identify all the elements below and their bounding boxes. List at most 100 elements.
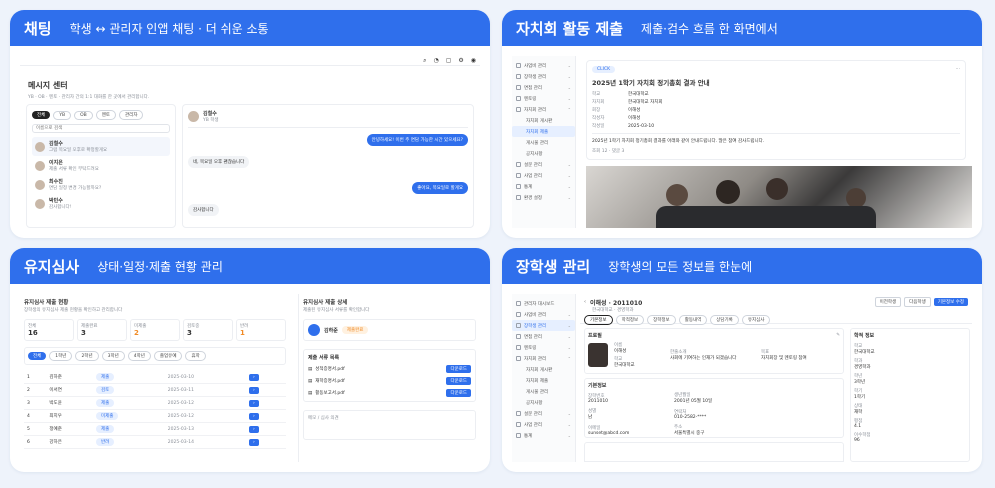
cell-name: 박도윤 (46, 396, 93, 410)
memo-box[interactable]: 메모 / 심사 의견 (303, 410, 476, 440)
sidebar-subitem[interactable]: 자치회 게시판 (512, 115, 575, 126)
cell-name: 김하준 (46, 371, 93, 384)
download-button[interactable]: 다운로드 (446, 377, 471, 385)
contact-msg: 제출 서류 확인 부탁드려요 (49, 167, 99, 172)
bell-icon[interactable]: ◔ (433, 57, 438, 64)
edit-basic-button[interactable]: 기본정보 수정 (933, 298, 968, 306)
message-bubble: 감사합니다 (188, 204, 219, 216)
sidebar-item[interactable]: 자치회 관리 ⌃ (512, 104, 575, 115)
filter-chip[interactable]: 2학년 (75, 351, 99, 361)
sidebar-subitem[interactable]: 게시물 관리 (512, 137, 575, 148)
filter-bar: 전체 1학년 2학년 3학년 4학년 졸업유예 휴학 (24, 347, 286, 365)
sidebar-item[interactable]: 멘토링 ⌄ (512, 93, 575, 104)
menu-icon (516, 173, 521, 178)
sidebar-item[interactable]: 사업 관리 ⌄ (512, 170, 575, 181)
sidebar-subitem[interactable]: 공지사항 (512, 148, 575, 159)
back-icon[interactable]: ‹ (584, 299, 586, 305)
table-row[interactable]: 1 김하준 제출 2025-03-10 › (24, 371, 286, 384)
tab-all[interactable]: 전체 (32, 111, 51, 119)
tab-review[interactable]: 유지심사 (741, 315, 771, 325)
sidebar-item[interactable]: 관리자 대시보드 (512, 298, 575, 309)
download-button[interactable]: 다운로드 (446, 389, 471, 397)
review-list-panel: 유지심사 제출 현황 장학생의 유지심사 제출 현황을 확인하고 관리합니다 전… (20, 294, 290, 462)
sidebar-subitem[interactable]: 공지사항 (512, 397, 575, 408)
chat-card: 채팅 학생 ↔ 관리자 인앱 채팅 · 더 쉬운 소통 ⌕ ◔ ▢ ⚙ ◉ 메시… (10, 10, 490, 238)
tab-ob[interactable]: OB (74, 110, 93, 120)
contact-search-input[interactable] (32, 124, 170, 133)
cell-name: 이서연 (46, 383, 93, 397)
sidebar-subitem[interactable]: 자치회 제출 (512, 375, 575, 386)
view-button[interactable]: › (249, 412, 259, 420)
tab-academic[interactable]: 학적정보 (615, 315, 645, 325)
review-detail-title: 유지심사 제출 상세 (303, 300, 348, 306)
council-card-header: 자치회 활동 제출 제출·검수 흐름 한 화면에서 (502, 10, 982, 46)
contact-msg: 면담 일정 변경 가능할까요? (49, 186, 102, 191)
tab-basic[interactable]: 기본정보 (584, 315, 613, 325)
contact-item[interactable]: 최수진 면담 일정 변경 가능할까요? (32, 175, 170, 194)
filter-chip[interactable]: 휴학 (185, 351, 206, 361)
tab-yb[interactable]: YB (53, 110, 72, 120)
sidebar-item[interactable]: 사업 관리 ⌄ (512, 419, 575, 430)
tab-activity[interactable]: 활동내역 (678, 315, 708, 325)
filter-chip[interactable]: 4학년 (127, 351, 151, 361)
table-row[interactable]: 5 정예준 제출 2025-03-13 › (24, 422, 286, 436)
more-icon[interactable]: ⋯ (956, 67, 961, 72)
contact-item[interactable]: 이지은 제출 서류 확인 부탁드려요 (32, 156, 170, 175)
table-row[interactable]: 2 이서연 검토 2025-03-11 › (24, 383, 286, 397)
tab-counsel[interactable]: 상담기록 (710, 315, 739, 325)
menu-icon (516, 162, 521, 167)
sidebar-item[interactable]: 면접 관리 ⌄ (512, 331, 575, 342)
sidebar-item-active[interactable]: 장학생 관리 ⌄ (512, 320, 575, 331)
menu-icon (516, 85, 521, 90)
sidebar-subitem[interactable]: 게시물 관리 (512, 386, 575, 397)
chevron-down-icon: ⌄ (567, 96, 571, 101)
filter-chip[interactable]: 3학년 (101, 351, 125, 361)
sidebar-item[interactable]: 환경 설정 ⌄ (512, 192, 575, 203)
contact-item[interactable]: 박민수 감사합니다! (32, 194, 170, 213)
prev-student-button[interactable]: 이전학생 (874, 297, 902, 307)
chat-icon[interactable]: ▢ (446, 57, 452, 64)
view-button[interactable]: › (249, 386, 259, 394)
download-button[interactable]: 다운로드 (446, 365, 471, 373)
sidebar-item[interactable]: 사업비 관리 ⌄ (512, 309, 575, 320)
edit-icon[interactable]: ✎ (836, 333, 840, 338)
field-value: 한국대학교 자치회 (628, 100, 663, 105)
menu-icon (516, 345, 521, 350)
next-student-button[interactable]: 다음학생 (904, 297, 931, 307)
sidebar-subitem[interactable]: 자치회 게시판 (512, 364, 575, 375)
sidebar-item[interactable]: 멘토링 ⌄ (512, 342, 575, 353)
gear-icon[interactable]: ⚙ (458, 57, 463, 64)
stat-card: 검토중 3 (183, 319, 233, 341)
table-row[interactable]: 6 강하은 반려 2025-03-14 › (24, 435, 286, 449)
peer-name: 김철수 (203, 111, 217, 117)
view-button[interactable]: › (249, 425, 259, 433)
sidebar-item[interactable]: 자치회 관리 ⌃ (512, 353, 575, 364)
sidebar-item[interactable]: 사업비 관리 ⌄ (512, 60, 575, 71)
sidebar-item[interactable]: 통계 ⌄ (512, 430, 575, 441)
table-row[interactable]: 4 최지우 미제출 2025-03-12 › (24, 409, 286, 423)
filter-chip[interactable]: 졸업유예 (153, 351, 183, 361)
sidebar-item[interactable]: 설문 관리 ⌄ (512, 408, 575, 419)
contact-item[interactable]: 김철수 그럼 목요일 오후로 확정할게요 (32, 137, 170, 156)
conversation-panel: 김철수 YB 학생 안녕하세요! 이번 주 면담 가능한 시간 있으세요? 네, … (182, 104, 474, 228)
user-icon[interactable]: ◉ (471, 57, 476, 64)
view-button[interactable]: › (249, 438, 259, 446)
table-row[interactable]: 3 박도윤 제출 2025-03-12 › (24, 396, 286, 410)
view-button[interactable]: › (249, 399, 259, 407)
sidebar-subitem-active[interactable]: 자치회 제출 (512, 126, 575, 137)
search-icon[interactable]: ⌕ (423, 57, 426, 65)
sidebar-item[interactable]: 면접 관리 ⌄ (512, 82, 575, 93)
review-list-sub: 장학생의 유지심사 제출 현황을 확인하고 관리합니다 (24, 308, 123, 313)
filter-chip[interactable]: 1학년 (49, 351, 73, 361)
sidebar-item[interactable]: 장학생 관리 ⌄ (512, 71, 575, 82)
tab-admin[interactable]: 관리자 (119, 110, 144, 120)
sidebar-label: 사업비 관리 (524, 312, 547, 318)
post-stats: 조회 12 · 댓글 3 (592, 149, 625, 154)
filter-chip[interactable]: 전체 (28, 352, 47, 360)
tab-mentor[interactable]: 멘토 (95, 110, 117, 120)
sidebar-label: 장학생 관리 (524, 74, 547, 80)
sidebar-item[interactable]: 설문 관리 ⌄ (512, 159, 575, 170)
tab-scholarship[interactable]: 장학정보 (647, 315, 676, 325)
view-button[interactable]: › (249, 373, 259, 381)
sidebar-item[interactable]: 통계 ⌄ (512, 181, 575, 192)
